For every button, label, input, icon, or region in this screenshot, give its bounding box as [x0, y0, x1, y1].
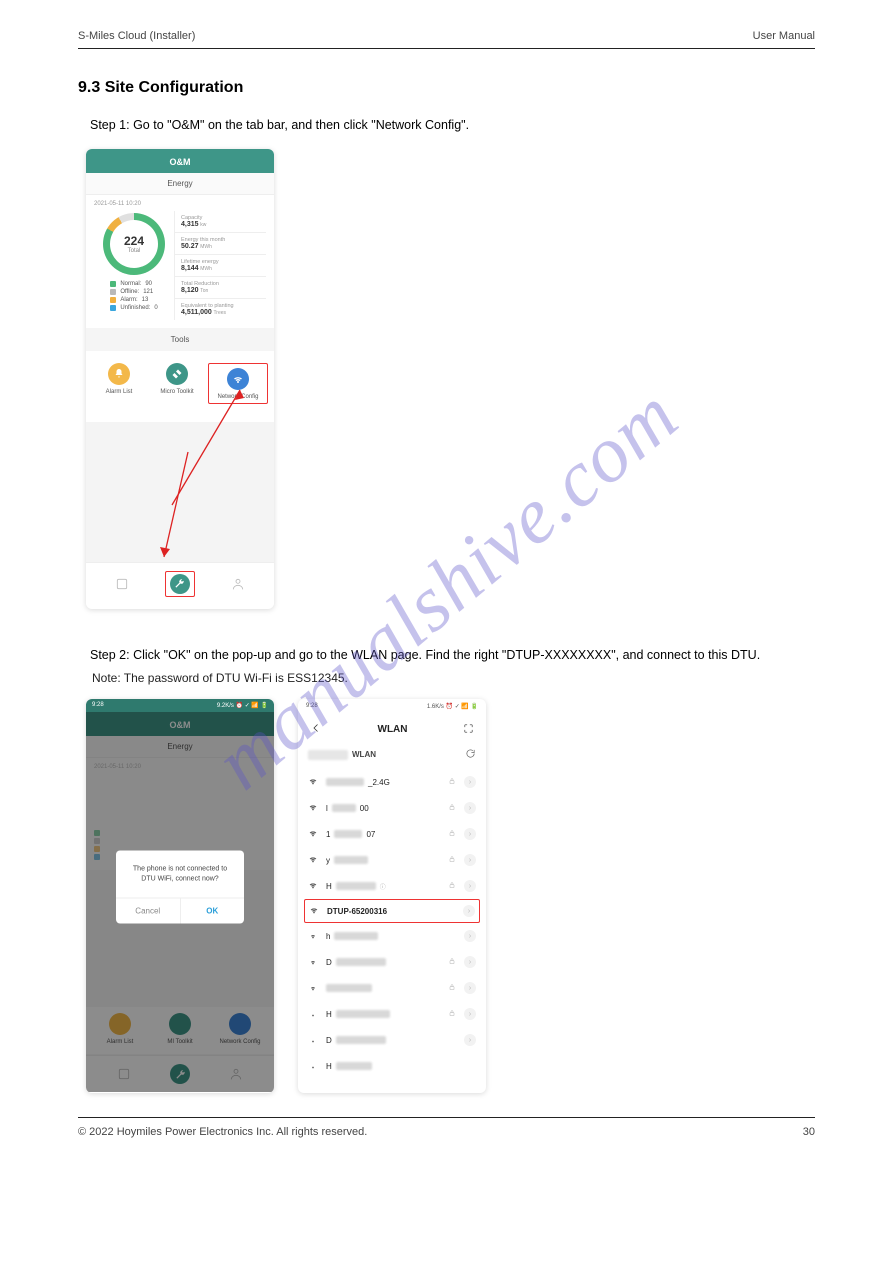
chevron-icon[interactable]: [463, 905, 475, 917]
wifi-icon: [308, 982, 318, 994]
lock-icon: [448, 855, 456, 865]
wifi-icon: [308, 880, 318, 892]
ok-button[interactable]: OK: [181, 898, 245, 923]
footer-copy: © 2022 Hoymiles Power Electronics Inc. A…: [78, 1126, 367, 1138]
wifi-item[interactable]: Hⓘ: [298, 873, 486, 899]
chevron-icon[interactable]: [464, 776, 476, 788]
stats-col: Capacity4,315 kw Energy this month50.27 …: [174, 211, 266, 320]
wifi-item-dtu[interactable]: DTUP-65200316: [304, 899, 480, 923]
chevron-icon[interactable]: [464, 982, 476, 994]
rule-bottom: [78, 1117, 815, 1118]
gauge: 224 Total: [103, 213, 165, 275]
wifi-item[interactable]: h: [298, 923, 486, 949]
wifi-icon: [308, 776, 318, 788]
lock-icon: [448, 803, 456, 813]
lock-icon: [448, 957, 456, 967]
connect-dialog: The phone is not connected to DTU WiFi, …: [116, 850, 244, 923]
chevron-icon[interactable]: [464, 1008, 476, 1020]
om-tab-icon[interactable]: [170, 574, 190, 594]
bell-icon: [108, 363, 130, 385]
wifi-icon: [308, 1008, 318, 1020]
wifi-icon: [308, 828, 318, 840]
status-icons: 1.6K/s ⏰ ✓ 📶 🔋: [427, 703, 478, 710]
wifi-item[interactable]: [298, 975, 486, 1001]
lock-icon: [448, 777, 456, 787]
wifi-config-icon: [227, 368, 249, 390]
status-time: 9:28: [306, 703, 318, 710]
wifi-item[interactable]: _2.4G: [298, 769, 486, 795]
wlan-header: WLAN: [352, 750, 376, 759]
wifi-item[interactable]: D: [298, 1027, 486, 1053]
tools-tab: Tools: [86, 328, 274, 351]
wifi-icon: [308, 854, 318, 866]
chevron-icon[interactable]: [464, 930, 476, 942]
home-tab-icon[interactable]: [112, 574, 132, 594]
lock-icon: [448, 1009, 456, 1019]
dialog-text: The phone is not connected to DTU WiFi, …: [116, 850, 244, 897]
status-time: 9:28: [92, 702, 104, 709]
tool-micro[interactable]: Micro Toolkit: [150, 363, 204, 396]
step2-note: Note: The password of DTU Wi-Fi is ESS12…: [92, 671, 815, 685]
phone-wlan: 9:28 1.6K/s ⏰ ✓ 📶 🔋 WLAN WLAN _2.4G l00 …: [298, 699, 486, 1093]
gauge-value: 224: [124, 234, 144, 248]
gauge-total-label: Total: [124, 248, 144, 254]
lock-icon: [448, 983, 456, 993]
rule-top: [78, 48, 815, 49]
wifi-icon: [308, 802, 318, 814]
chevron-icon[interactable]: [464, 828, 476, 840]
wifi-icon: [308, 930, 318, 942]
wifi-item[interactable]: l00: [298, 795, 486, 821]
chevron-icon[interactable]: [464, 880, 476, 892]
wifi-icon: [308, 1060, 318, 1072]
section-title: 9.3 Site Configuration: [78, 79, 815, 97]
wifi-icon: [308, 1034, 318, 1046]
tool-alarm[interactable]: Alarm List: [92, 363, 146, 396]
wlan-title: WLAN: [378, 724, 408, 735]
bottom-tabs: [86, 562, 274, 605]
legend-sq: [110, 297, 116, 303]
wifi-item[interactable]: 107: [298, 821, 486, 847]
legend: Normal: 90 Offline: 121 Alarm: 13 Unfini…: [110, 281, 157, 313]
chevron-icon[interactable]: [464, 956, 476, 968]
energy-tab: Energy: [86, 173, 274, 195]
phone-dialog: 9:28 9.2K/s ⏰ ✓ 📶 🔋 O&M Energy 2021-05-1…: [86, 699, 274, 1093]
chevron-icon[interactable]: [464, 1034, 476, 1046]
chevron-icon[interactable]: [464, 802, 476, 814]
phone-om: O&M Energy 2021-05-11 10:20 224 Total No…: [86, 149, 274, 609]
legend-sq: [110, 281, 116, 287]
lock-icon: [448, 881, 456, 891]
tool-network-config[interactable]: Network Config: [208, 363, 268, 404]
footer-page: 30: [803, 1126, 815, 1138]
hdr-left: S-Miles Cloud (Installer): [78, 30, 195, 42]
step1-text: Step 1: Go to "O&M" on the tab bar, and …: [78, 115, 815, 135]
p1-title: O&M: [86, 149, 274, 173]
wifi-item[interactable]: y: [298, 847, 486, 873]
wifi-item[interactable]: D: [298, 949, 486, 975]
blur: [308, 750, 348, 760]
wifi-item[interactable]: H: [298, 1001, 486, 1027]
me-tab-icon[interactable]: [228, 574, 248, 594]
legend-sq: [110, 289, 116, 295]
om-tab-highlight: [165, 571, 195, 597]
hdr-right: User Manual: [753, 30, 815, 42]
back-icon[interactable]: [310, 722, 322, 736]
status-icons: 9.2K/s ⏰ ✓ 📶 🔋: [217, 702, 268, 709]
scan-icon[interactable]: [463, 723, 474, 736]
wifi-icon: [308, 956, 318, 968]
tools-icon: [166, 363, 188, 385]
step2-text: Step 2: Click "OK" on the pop-up and go …: [78, 645, 815, 665]
lock-icon: [448, 829, 456, 839]
wifi-item[interactable]: H: [298, 1053, 486, 1079]
cancel-button[interactable]: Cancel: [116, 898, 181, 923]
chevron-icon[interactable]: [464, 854, 476, 866]
legend-sq: [110, 305, 116, 311]
date: 2021-05-11 10:20: [94, 201, 266, 207]
refresh-icon[interactable]: [465, 748, 476, 761]
dtu-ssid: DTUP-65200316: [327, 907, 455, 916]
wifi-icon: [309, 905, 319, 917]
